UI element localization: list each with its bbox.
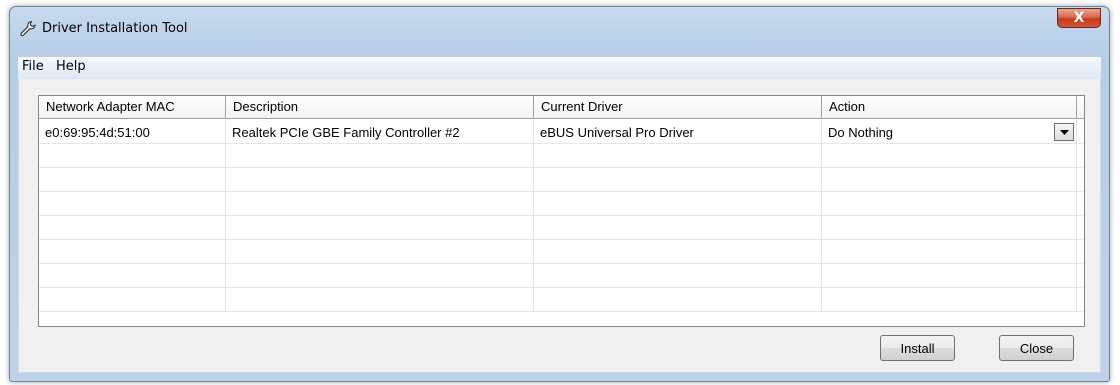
adapter-table[interactable]: Network Adapter MAC Description Current … bbox=[38, 95, 1085, 327]
close-button[interactable]: Close bbox=[999, 335, 1074, 361]
table-row-empty bbox=[39, 264, 1084, 288]
title-bar[interactable]: Driver Installation Tool X bbox=[10, 7, 1109, 57]
window-close-button[interactable]: X bbox=[1057, 8, 1101, 28]
wrench-icon bbox=[20, 20, 36, 37]
table-row-empty bbox=[39, 240, 1084, 264]
table-row-empty bbox=[39, 216, 1084, 240]
column-header-description[interactable]: Description bbox=[226, 96, 534, 119]
chevron-down-icon bbox=[1059, 129, 1069, 135]
close-icon: X bbox=[1073, 10, 1085, 26]
column-header-action[interactable]: Action bbox=[822, 96, 1077, 119]
cell-mac: e0:69:95:4d:51:00 bbox=[39, 120, 226, 143]
menu-bar: File Help bbox=[18, 57, 1101, 80]
cell-current-driver: eBUS Universal Pro Driver bbox=[534, 120, 822, 143]
app-window: Driver Installation Tool X File Help Net… bbox=[9, 6, 1110, 382]
table-row-empty bbox=[39, 144, 1084, 168]
client-area: Network Adapter MAC Description Current … bbox=[18, 79, 1101, 373]
column-header-mac[interactable]: Network Adapter MAC bbox=[39, 96, 226, 119]
table-row[interactable]: e0:69:95:4d:51:00 Realtek PCIe GBE Famil… bbox=[39, 120, 1084, 144]
menu-file[interactable]: File bbox=[20, 59, 46, 74]
action-dropdown-value: Do Nothing bbox=[828, 125, 894, 140]
window-title: Driver Installation Tool bbox=[42, 21, 188, 36]
table-row-empty bbox=[39, 288, 1084, 312]
table-header: Network Adapter MAC Description Current … bbox=[39, 96, 1084, 120]
menu-help[interactable]: Help bbox=[54, 59, 88, 74]
cell-description: Realtek PCIe GBE Family Controller #2 bbox=[226, 120, 534, 143]
column-header-filler bbox=[1077, 96, 1084, 119]
action-dropdown[interactable]: Do Nothing bbox=[822, 120, 1077, 143]
install-button[interactable]: Install bbox=[880, 335, 955, 361]
action-dropdown-button[interactable] bbox=[1054, 123, 1074, 141]
table-row-empty bbox=[39, 192, 1084, 216]
column-header-current-driver[interactable]: Current Driver bbox=[534, 96, 822, 119]
table-row-empty bbox=[39, 168, 1084, 192]
